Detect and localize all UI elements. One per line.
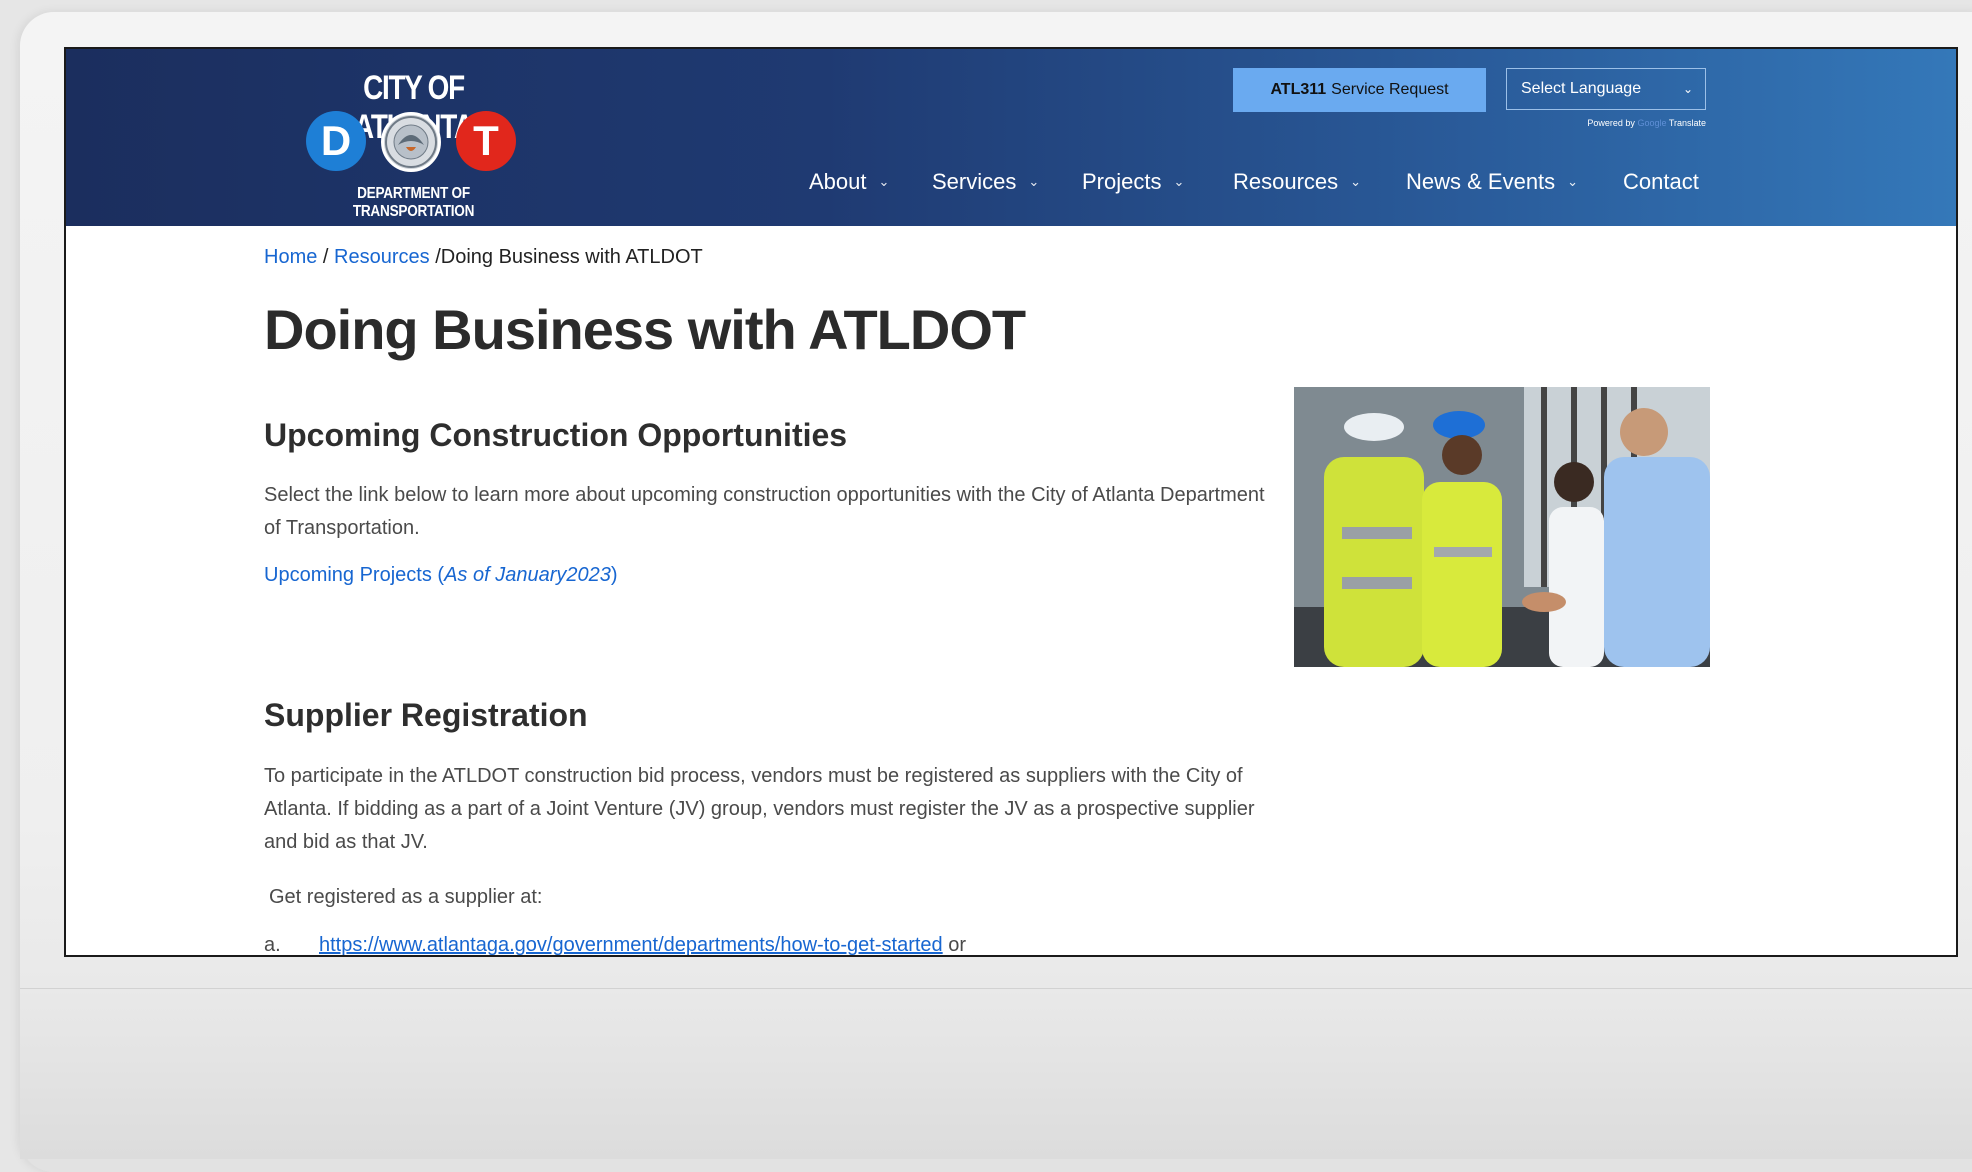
business-handshake-photo (1294, 387, 1710, 667)
nav-services-label: Services (932, 169, 1017, 194)
site-header: CITY OF ATLANTA D T DEPARTMENT OF TRANSP… (66, 49, 1956, 226)
atl311-label: ATL311 (1270, 81, 1327, 98)
translate-text: Translate (1668, 118, 1706, 128)
supplier-registration-link[interactable]: https://www.atlantaga.gov/government/dep… (319, 934, 943, 955)
upcoming-projects-link-close: ) (610, 564, 618, 586)
list-item: a. https://www.atlantaga.gov/government/d… (264, 934, 967, 956)
get-registered-text: Get registered as a supplier at: (269, 886, 543, 908)
nav-contact[interactable]: Contact (1623, 169, 1699, 195)
chevron-down-icon: ⌄ (1682, 82, 1693, 96)
breadcrumb-home[interactable]: Home (264, 246, 317, 268)
browser-viewport: CITY OF ATLANTA D T DEPARTMENT OF TRANSP… (64, 47, 1958, 957)
nav-news-events-label: News & Events (1406, 169, 1556, 194)
breadcrumb-separator: / (322, 246, 329, 268)
logo-d-circle: D (306, 111, 366, 171)
logo-t-circle: T (456, 111, 516, 171)
nav-resources[interactable]: Resources ⌄ (1233, 169, 1361, 195)
atl311-service-request-button[interactable]: ATL311 Service Request (1233, 68, 1486, 112)
logo-subtitle: DEPARTMENT OF TRANSPORTATION (352, 185, 475, 220)
breadcrumb: Home / Resources /Doing Business with AT… (264, 246, 703, 269)
upcoming-projects-link-text: Upcoming Projects ( (264, 564, 445, 586)
nav-about-label: About (809, 169, 867, 194)
breadcrumb-resources[interactable]: Resources (334, 246, 430, 268)
nav-about[interactable]: About ⌄ (809, 169, 889, 195)
list-item-marker: a. (264, 934, 281, 956)
upcoming-projects-link-date: As of January2023 (444, 564, 611, 586)
nav-contact-label: Contact (1623, 169, 1699, 194)
nav-projects[interactable]: Projects ⌄ (1082, 169, 1184, 195)
google-logo: Google (1637, 118, 1667, 128)
supplier-heading: Supplier Registration (264, 697, 588, 733)
list-item-suffix: or (948, 934, 967, 956)
upcoming-projects-link[interactable]: Upcoming Projects (As of January2023) (264, 559, 618, 592)
nav-resources-label: Resources (1233, 169, 1339, 194)
nav-services[interactable]: Services ⌄ (932, 169, 1039, 195)
nav-projects-label: Projects (1082, 169, 1162, 194)
construction-heading: Upcoming Construction Opportunities (264, 417, 848, 453)
chevron-down-icon: ⌄ (1567, 174, 1579, 189)
city-seal-icon (381, 112, 441, 172)
nav-news-events[interactable]: News & Events ⌄ (1406, 169, 1578, 195)
chevron-down-icon: ⌄ (1350, 174, 1362, 189)
supplier-body: To participate in the ATLDOT constructio… (264, 765, 1255, 853)
chevron-down-icon: ⌄ (878, 174, 890, 189)
powered-by-google-translate: Powered by Google Translate (1566, 118, 1706, 128)
atldot-logo[interactable]: CITY OF ATLANTA D T DEPARTMENT OF TRANSP… (306, 69, 521, 220)
language-select[interactable]: Select Language ⌄ (1506, 68, 1706, 110)
device-bezel-bottom (20, 988, 1972, 1159)
chevron-down-icon: ⌄ (1173, 174, 1185, 189)
language-select-value: Select Language (1521, 80, 1642, 97)
service-request-label: Service Request (1331, 81, 1449, 98)
page-title: Doing Business with ATLDOT (264, 298, 1026, 361)
breadcrumb-current: Doing Business with ATLDOT (440, 246, 703, 268)
chevron-down-icon: ⌄ (1028, 174, 1040, 189)
powered-by-text: Powered by (1587, 118, 1635, 128)
construction-body: Select the link below to learn more abou… (264, 484, 1265, 539)
